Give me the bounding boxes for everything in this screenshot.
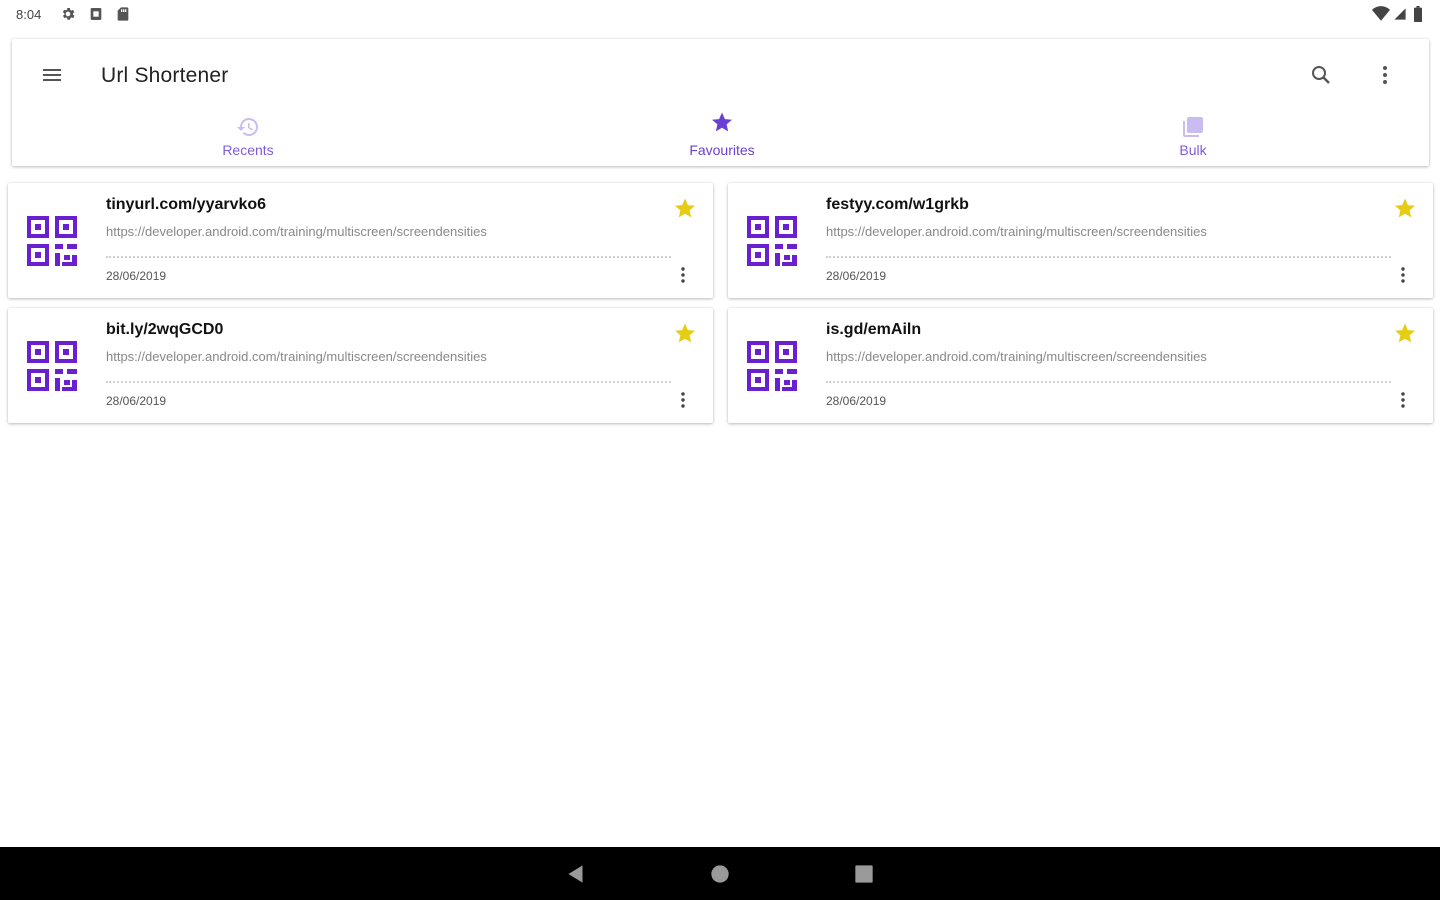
card-more-icon[interactable] [671, 263, 695, 287]
tab-bulk[interactable]: Bulk [1168, 115, 1218, 165]
qr-code-icon[interactable] [746, 340, 798, 392]
url-card[interactable]: is.gd/emAiln https://developer.android.c… [728, 308, 1433, 423]
tab-favourites[interactable]: Favourites [677, 110, 767, 160]
card-date: 28/06/2019 [106, 269, 167, 283]
divider [826, 256, 1391, 258]
wifi-icon [1372, 6, 1390, 21]
home-icon[interactable] [707, 861, 733, 887]
tab-recents-label: Recents [222, 142, 274, 158]
app-bar: Url Shortener Recents Favourites Bulk [12, 39, 1429, 166]
tab-recents[interactable]: Recents [210, 115, 286, 165]
settings-icon [62, 8, 75, 20]
url-card[interactable]: tinyurl.com/yyarvko6 https://developer.a… [8, 183, 713, 298]
long-url: https://developer.android.com/training/m… [826, 224, 1207, 239]
card-more-icon[interactable] [1391, 263, 1415, 287]
overflow-menu-icon[interactable] [1373, 63, 1397, 87]
favourite-star-icon[interactable] [673, 321, 697, 345]
short-url: bit.ly/2wqGCD0 [106, 321, 224, 338]
system-nav-bar [0, 847, 1440, 900]
url-card[interactable]: bit.ly/2wqGCD0 https://developer.android… [8, 308, 713, 423]
sd-card-icon [117, 7, 129, 21]
card-date: 28/06/2019 [826, 394, 887, 408]
qr-code-icon[interactable] [26, 215, 78, 267]
qr-code-icon[interactable] [26, 340, 78, 392]
status-time: 8:04 [16, 7, 42, 22]
star-icon [712, 112, 732, 132]
card-date: 28/06/2019 [106, 394, 167, 408]
card-more-icon[interactable] [1391, 388, 1415, 412]
long-url: https://developer.android.com/training/m… [106, 349, 487, 364]
divider [106, 381, 671, 383]
divider [826, 381, 1391, 383]
short-url: festyy.com/w1grkb [826, 196, 969, 213]
tab-favourites-label: Favourites [689, 142, 755, 158]
menu-icon[interactable] [40, 63, 64, 87]
signal-icon [1394, 8, 1406, 20]
tab-bulk-label: Bulk [1179, 142, 1207, 158]
back-icon[interactable] [563, 861, 589, 887]
long-url: https://developer.android.com/training/m… [106, 224, 487, 239]
card-date: 28/06/2019 [826, 269, 887, 283]
app-title: Url Shortener [101, 64, 229, 87]
recents-icon[interactable] [851, 861, 877, 887]
favourite-star-icon[interactable] [1393, 196, 1417, 220]
status-bar: 8:04 [0, 0, 1440, 28]
sim-icon [90, 8, 102, 20]
card-more-icon[interactable] [671, 388, 695, 412]
long-url: https://developer.android.com/training/m… [826, 349, 1207, 364]
search-icon[interactable] [1309, 63, 1333, 87]
divider [106, 256, 671, 258]
url-card[interactable]: festyy.com/w1grkb https://developer.andr… [728, 183, 1433, 298]
short-url: is.gd/emAiln [826, 321, 922, 338]
short-url: tinyurl.com/yyarvko6 [106, 196, 267, 213]
history-icon [237, 118, 258, 136]
battery-icon [1414, 6, 1422, 22]
favourite-star-icon[interactable] [1393, 321, 1417, 345]
favourite-star-icon[interactable] [673, 196, 697, 220]
qr-code-icon[interactable] [746, 215, 798, 267]
library-icon [1183, 117, 1203, 137]
